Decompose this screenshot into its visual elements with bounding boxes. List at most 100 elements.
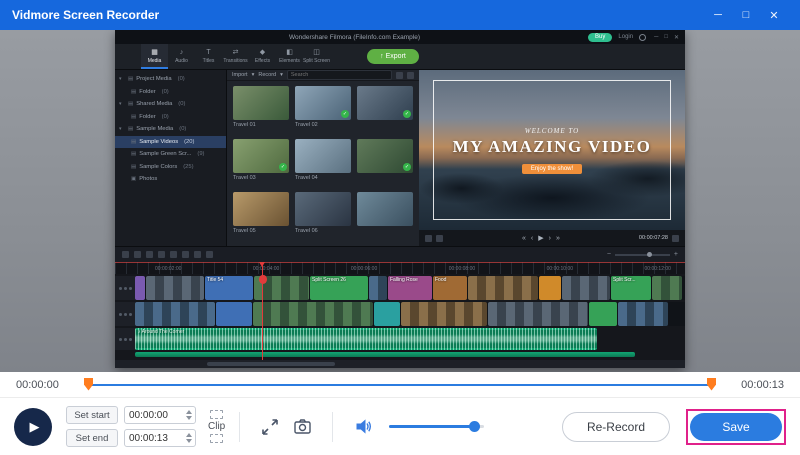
- timeline-clip: [135, 276, 145, 300]
- export-arrow-icon: ↑: [380, 53, 384, 60]
- timeline-scrollbar: [115, 360, 685, 368]
- track-header: [115, 276, 135, 300]
- end-time-label: 00:00:13: [726, 379, 784, 391]
- timeline-clip: [562, 276, 610, 300]
- volume-slider[interactable]: [389, 425, 484, 428]
- track-header: [115, 328, 135, 350]
- audio-icon: ♪: [180, 49, 184, 57]
- timeline-clip: Split Scr...: [611, 276, 651, 300]
- timeline-clip: [401, 302, 487, 326]
- end-time-input[interactable]: [125, 433, 175, 444]
- audio-track: ♪ Around The Corner: [115, 328, 685, 350]
- step-up-icon[interactable]: [186, 407, 192, 414]
- media-clip-thumb: [233, 86, 289, 120]
- start-time-input[interactable]: [125, 410, 175, 421]
- timeline-clip: [589, 302, 617, 326]
- avatar-icon: [639, 34, 646, 41]
- buy-button: Buy: [588, 33, 612, 42]
- volume-slider-handle[interactable]: [469, 421, 480, 432]
- close-button[interactable]: ✕: [760, 9, 788, 22]
- step-down-icon[interactable]: [186, 439, 192, 446]
- media-clip-thumb: ✓: [357, 139, 413, 173]
- redo-icon: [134, 251, 141, 258]
- login-link: Login: [618, 34, 633, 40]
- timeline-clip: [146, 276, 204, 300]
- save-button-highlight: Save: [686, 409, 786, 445]
- recorded-frame: Wondershare Filmora (FileInfo.com Exampl…: [115, 30, 685, 368]
- start-time-field[interactable]: [124, 406, 196, 424]
- record-button: Record: [258, 72, 276, 78]
- search-input: [287, 70, 392, 80]
- sidebar-item-sample-green-screen: ▤ Sample Green Scr... (9): [115, 148, 226, 161]
- media-clip-thumb: [295, 192, 351, 226]
- delete-icon: [170, 251, 177, 258]
- sidebar-item-folder: ▤ Folder (0): [115, 86, 226, 99]
- elements-icon: ◧: [286, 49, 293, 57]
- end-time-field[interactable]: [124, 429, 196, 447]
- chevron-down-icon: ▾: [119, 101, 125, 107]
- sidebar-item-sample-colors: ▤ Sample Colors (25): [115, 161, 226, 174]
- step-back-icon: ‹: [531, 235, 533, 242]
- video-track-1: Title 54 Split Screen 26 Falling Rose Fo…: [115, 276, 685, 300]
- chevron-down-icon: ▾: [280, 72, 283, 78]
- video-preview-pane: WELCOME TO MY AMAZING VIDEO Enjoy the sh…: [419, 70, 685, 246]
- save-button[interactable]: Save: [690, 413, 782, 441]
- set-end-button[interactable]: Set end: [66, 429, 118, 447]
- mute-button[interactable]: [350, 414, 376, 440]
- clip-start-icon: [210, 410, 223, 419]
- effects-icon: ◆: [260, 49, 265, 57]
- timeline-clip: Falling Rose: [388, 276, 432, 300]
- timeline-clip: [468, 276, 538, 300]
- step-forward-icon: ›: [549, 235, 551, 242]
- timeline-clip: [253, 302, 373, 326]
- recorded-titlebar: Wondershare Filmora (FileInfo.com Exampl…: [115, 30, 685, 44]
- media-clip: Travel 01: [233, 86, 289, 136]
- record-voiceover-icon: [206, 251, 213, 258]
- transitions-icon: ⇄: [233, 49, 239, 57]
- speed-icon: [182, 251, 189, 258]
- mute-icon: [436, 235, 443, 242]
- camera-icon: ▣: [131, 176, 136, 182]
- trim-slider[interactable]: [86, 377, 714, 393]
- clip-indicator: Clip: [208, 410, 225, 443]
- minimize-button[interactable]: ─: [704, 9, 732, 21]
- timeline-clip: [488, 302, 588, 326]
- check-icon: ✓: [403, 163, 411, 171]
- export-button: ↑ Export: [367, 49, 419, 64]
- timeline-clip: Split Screen 26: [310, 276, 368, 300]
- media-clip-thumb: [233, 192, 289, 226]
- check-icon: ✓: [403, 110, 411, 118]
- snapshot-button[interactable]: [289, 414, 315, 440]
- play-icon: ▶: [30, 419, 40, 435]
- set-start-button[interactable]: Set start: [66, 406, 118, 424]
- clip-label: Clip: [208, 421, 225, 432]
- re-record-button[interactable]: Re-Record: [562, 412, 670, 442]
- fullscreen-button[interactable]: [257, 414, 283, 440]
- fullscreen-icon: [261, 418, 279, 436]
- camera-icon: [293, 417, 312, 436]
- speaker-icon: [354, 417, 373, 436]
- video-canvas: WELCOME TO MY AMAZING VIDEO Enjoy the sh…: [419, 70, 685, 230]
- timeline-clip: [618, 302, 668, 326]
- timeline-clip: [135, 302, 215, 326]
- timeline-clip: [369, 276, 387, 300]
- snapshot-icon: [425, 235, 432, 242]
- end-time-stepper[interactable]: [186, 430, 192, 446]
- title-bar[interactable]: Vidmore Screen Recorder ─ □ ✕: [0, 0, 800, 30]
- zoom-slider: [615, 254, 670, 256]
- media-clip: ✓ Travel 02: [295, 86, 351, 136]
- step-down-icon[interactable]: [186, 416, 192, 423]
- trim-slider-track[interactable]: [86, 384, 714, 386]
- play-button[interactable]: ▶: [14, 408, 52, 446]
- maximize-button[interactable]: □: [732, 9, 760, 21]
- media-clip-thumb: ✓: [357, 86, 413, 120]
- trim-start-marker[interactable]: [84, 378, 93, 391]
- step-up-icon[interactable]: [186, 430, 192, 437]
- start-time-stepper[interactable]: [186, 407, 192, 423]
- trim-end-marker[interactable]: [707, 378, 716, 391]
- divider: [239, 412, 240, 442]
- recorded-minimize-icon: ─: [654, 34, 658, 41]
- playhead-knob-icon: [259, 275, 267, 284]
- fullscreen-icon: [672, 235, 679, 242]
- media-clip: ✓ Travel 03: [233, 139, 289, 189]
